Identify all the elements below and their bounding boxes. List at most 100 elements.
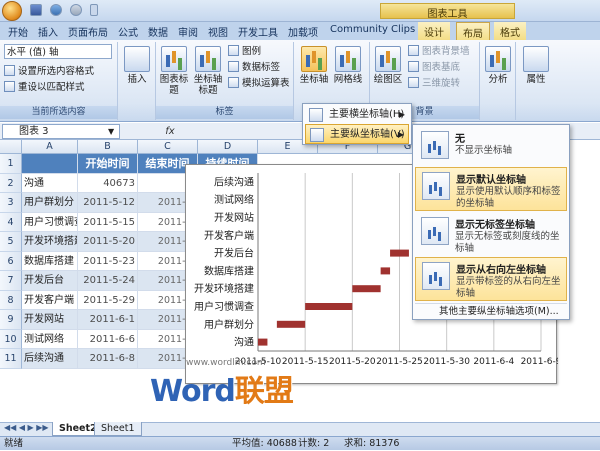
- gantt-bar: [258, 338, 268, 346]
- start-cell[interactable]: 2011-6-8: [78, 349, 138, 369]
- name-box-dropdown-icon[interactable]: ▼: [108, 124, 114, 139]
- customize-qat-icon[interactable]: [90, 4, 98, 16]
- axes-button[interactable]: 坐标轴: [298, 46, 330, 85]
- category-label: 后续沟通: [214, 175, 254, 188]
- chart-floor-button[interactable]: 图表基底: [408, 60, 460, 75]
- properties-label: 属性: [526, 74, 546, 85]
- menu-item-primary-vertical-axis[interactable]: 主要纵坐标轴(V) ▶: [305, 124, 409, 144]
- menu-item-primary-horizontal-axis[interactable]: 主要横坐标轴(H) ▶: [305, 105, 409, 125]
- option-default-axis[interactable]: 显示默认坐标轴 显示使用默认顺序和标签的坐标轴: [415, 167, 567, 211]
- tab-formulas[interactable]: 公式: [112, 22, 144, 40]
- task-cell[interactable]: 数据库搭建: [22, 251, 78, 271]
- plot-area-button[interactable]: 绘图区: [372, 46, 404, 85]
- insert-label: 插入: [127, 74, 147, 85]
- group-insert: 插入: [118, 42, 156, 120]
- format-selection-button[interactable]: 设置所选内容格式: [4, 64, 94, 79]
- more-vertical-axis-options[interactable]: 其他主要纵坐标轴选项(M)...: [415, 303, 567, 319]
- task-cell[interactable]: 用户群划分: [22, 193, 78, 213]
- sheet-tab[interactable]: Sheet1: [94, 422, 142, 436]
- start-cell[interactable]: 2011-5-29: [78, 290, 138, 310]
- option-desc: 显示无标签或刻度线的坐标轴: [455, 231, 560, 254]
- option-title: 无: [455, 134, 465, 145]
- start-cell[interactable]: 2011-5-20: [78, 232, 138, 252]
- task-cell[interactable]: 开发客户端: [22, 290, 78, 310]
- x-tick-label: 2011-6-9: [521, 357, 558, 367]
- analysis-button[interactable]: 分析: [482, 46, 514, 85]
- horizontal-axis-icon: [309, 108, 323, 122]
- data-table-label: 模拟运算表: [242, 78, 290, 89]
- sheet-nav-arrows-icon[interactable]: ◀◀ ◀ ▶ ▶▶: [4, 423, 49, 432]
- tab-data[interactable]: 数据: [142, 22, 174, 40]
- table-header-cell[interactable]: [22, 154, 78, 174]
- row-header[interactable]: 10: [0, 329, 22, 349]
- row-header[interactable]: 4: [0, 212, 22, 232]
- task-cell[interactable]: 用户习惯调查: [22, 212, 78, 232]
- save-icon[interactable]: [30, 4, 42, 16]
- properties-button[interactable]: 属性: [520, 46, 552, 85]
- tab-insert[interactable]: 插入: [32, 22, 64, 40]
- column-header[interactable]: B: [78, 140, 138, 154]
- gridlines-button[interactable]: 网格线: [332, 46, 364, 85]
- row-header[interactable]: 3: [0, 193, 22, 213]
- tab-view[interactable]: 视图: [202, 22, 234, 40]
- tab-page-layout[interactable]: 页面布局: [62, 22, 114, 40]
- start-cell[interactable]: 40673: [78, 173, 138, 193]
- row-header[interactable]: 1: [0, 154, 22, 174]
- axis-title-button[interactable]: 坐标轴标题: [192, 46, 224, 96]
- row-header[interactable]: 6: [0, 251, 22, 271]
- start-cell[interactable]: 2011-5-12: [78, 193, 138, 213]
- start-cell[interactable]: 2011-5-24: [78, 271, 138, 291]
- row-header[interactable]: 7: [0, 271, 22, 291]
- legend-button[interactable]: 图例: [228, 44, 261, 59]
- data-labels-button[interactable]: 数据标签: [228, 60, 280, 75]
- start-cell[interactable]: 2011-6-1: [78, 310, 138, 330]
- tab-layout[interactable]: 布局: [456, 22, 490, 41]
- row-header[interactable]: 5: [0, 232, 22, 252]
- tab-community-clips[interactable]: Community Clips: [324, 22, 421, 40]
- tab-design[interactable]: 设计: [418, 22, 450, 40]
- task-cell[interactable]: 开发网站: [22, 310, 78, 330]
- fx-icon[interactable]: fx: [160, 123, 180, 140]
- row-header[interactable]: 8: [0, 290, 22, 310]
- chart-wall-button[interactable]: 图表背景墙: [408, 44, 470, 59]
- column-header[interactable]: C: [138, 140, 198, 154]
- task-cell[interactable]: 开发环境搭建: [22, 232, 78, 252]
- start-cell[interactable]: 2011-5-15: [78, 212, 138, 232]
- task-cell[interactable]: 沟通: [22, 173, 78, 193]
- tab-review[interactable]: 审阅: [172, 22, 204, 40]
- row-header[interactable]: 2: [0, 173, 22, 193]
- task-cell[interactable]: 后续沟通: [22, 349, 78, 369]
- submenu-arrow-icon: ▶: [397, 130, 404, 139]
- column-header[interactable]: A: [22, 140, 78, 154]
- chart-element-dropdown[interactable]: 水平 (值) 轴: [4, 44, 112, 59]
- tab-format[interactable]: 格式: [494, 22, 526, 40]
- row-header[interactable]: 9: [0, 310, 22, 330]
- option-axis-without-labels[interactable]: 显示无标签坐标轴 显示无标签或刻度线的坐标轴: [415, 213, 567, 255]
- task-cell[interactable]: 开发后台: [22, 271, 78, 291]
- vertical-axis-icon: [310, 128, 324, 142]
- plot-area-label: 绘图区: [373, 74, 403, 85]
- table-header-cell[interactable]: 开始时间: [78, 154, 138, 174]
- task-cell[interactable]: 测试网络: [22, 329, 78, 349]
- chart-floor-icon: [408, 61, 419, 72]
- start-cell[interactable]: 2011-5-23: [78, 251, 138, 271]
- option-right-to-left-axis[interactable]: 显示从右向左坐标轴 显示带标签的从右向左坐标轴: [415, 257, 567, 301]
- office-button[interactable]: [2, 1, 22, 21]
- column-header[interactable]: D: [198, 140, 258, 154]
- 3d-rotation-button[interactable]: 三维旋转: [408, 76, 460, 91]
- tab-developer[interactable]: 开发工具: [232, 22, 284, 40]
- undo-icon[interactable]: [50, 4, 62, 16]
- data-table-button[interactable]: 模拟运算表: [228, 76, 290, 91]
- redo-icon[interactable]: [70, 4, 82, 16]
- insert-button[interactable]: 插入: [121, 46, 153, 85]
- option-none[interactable]: 无 不显示坐标轴: [415, 127, 567, 165]
- reset-style-button[interactable]: 重设以匹配样式: [4, 80, 85, 95]
- row-header[interactable]: 11: [0, 349, 22, 369]
- tab-home[interactable]: 开始: [2, 22, 34, 40]
- tab-addins[interactable]: 加载项: [282, 22, 324, 40]
- chart-title-button[interactable]: 图表标题: [158, 46, 190, 96]
- start-cell[interactable]: 2011-6-6: [78, 329, 138, 349]
- select-all-corner[interactable]: [0, 140, 22, 154]
- status-mode: 就绪: [4, 438, 24, 449]
- name-box[interactable]: 图表 3: [2, 124, 120, 139]
